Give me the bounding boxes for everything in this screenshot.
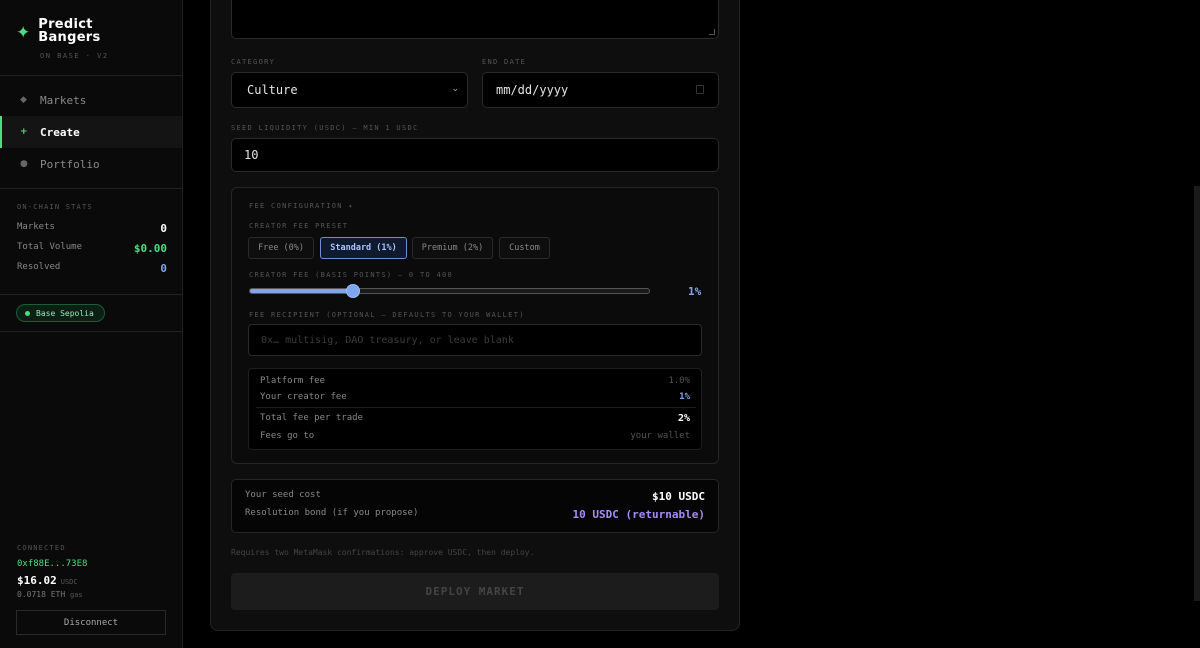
category-label: CATEGORY [231,58,276,66]
summary-label: Fees go to [260,431,315,441]
seed-cost-value: $10 USDC [652,490,705,503]
fee-recipient-label: FEE RECIPIENT (OPTIONAL — DEFAULTS TO YO… [249,311,525,319]
summary-fees-go-to: Fees go to your wallet [260,431,690,441]
chevron-down-icon: ⌄ [451,84,459,94]
bond-row: Resolution bond (if you propose) 10 USDC… [245,508,705,521]
fee-recipient-placeholder: 0x… multisig, DAO treasury, or leave bla… [261,334,514,346]
summary-platform-fee: Platform fee 1.0% [260,376,690,386]
deploy-market-button[interactable]: DEPLOY MARKET [231,573,719,610]
summary-value: 2% [677,413,690,424]
summary-label: Platform fee [260,376,326,386]
divider [0,294,183,295]
fee-recipient-input[interactable]: 0x… multisig, DAO treasury, or leave bla… [248,324,702,356]
slider-thumb[interactable] [345,284,360,298]
stat-label: Total Volume [17,242,83,252]
brand: ✦ Predict Bangers [16,18,128,44]
preset-standard-button[interactable]: Standard (1%) [320,237,407,259]
category-select[interactable]: Culture ⌄ [231,72,468,108]
stat-resolved: Resolved 0 [17,262,167,275]
bond-label: Resolution bond (if you propose) [245,508,419,518]
stat-value: 0 [160,222,167,235]
nav-item-label: Create [40,125,80,139]
balance-value: $16.02 [17,574,57,587]
seed-liquidity-label: SEED LIQUIDITY (USDC) — MIN 1 USDC [231,124,419,132]
nav-item-create[interactable]: + Create [0,116,182,148]
summary-divider [256,407,696,408]
divider [0,188,183,189]
wallet-address[interactable]: 0xf88E...73E8 [17,559,87,569]
summary-creator-fee: Your creator fee 1% [260,392,690,402]
stat-value: $0.00 [133,242,167,255]
sparkle-logo-icon: ✦ [16,23,31,43]
balance-unit: USDC [60,578,78,586]
end-date-placeholder: mm/dd/yyyy [496,83,569,97]
stat-markets: Markets 0 [17,222,167,235]
creator-fee-value: 1% [688,285,702,298]
preset-label: CREATOR FEE PRESET [249,222,349,230]
seed-liquidity-input[interactable]: 10 [231,138,719,172]
preset-free-button[interactable]: Free (0%) [248,237,314,259]
status-dot-icon [25,310,30,316]
seed-cost-row: Your seed cost $10 USDC [245,490,705,503]
nav-item-portfolio[interactable]: ● Portfolio [0,148,182,180]
stat-label: Markets [17,222,55,232]
preset-custom-button[interactable]: Custom [499,237,550,259]
stat-label: Resolved [17,262,61,272]
nav-item-label: Portfolio [40,157,100,171]
wallet-gas: 0.0718 ETH gas [17,590,83,599]
seed-cost-label: Your seed cost [245,490,321,500]
stats-title: ON-CHAIN STATS [17,203,93,211]
summary-value: your wallet [630,431,690,441]
gas-value: 0.0718 ETH [17,590,66,599]
page-scrollbar[interactable] [1194,186,1200,601]
category-value: Culture [247,83,298,97]
app-subtitle: ON BASE · V2 [40,52,109,60]
divider [0,75,183,76]
description-textarea[interactable] [231,0,719,39]
fee-config-title: FEE CONFIGURATION ✦ [249,202,354,210]
slider-fill [250,289,350,293]
summary-label: Your creator fee [260,392,347,402]
plus-icon: + [20,127,28,137]
sidebar: ✦ Predict Bangers ON BASE · V2 ◆ Markets… [0,0,183,648]
summary-total-fee: Total fee per trade 2% [260,413,690,424]
stat-value: 0 [160,262,167,275]
summary-label: Total fee per trade [260,413,363,423]
cost-summary [231,479,719,533]
nav-item-markets[interactable]: ◆ Markets [0,84,182,116]
end-date-label: END DATE [482,58,527,66]
bond-value: 10 USDC (returnable) [572,508,705,521]
diamond-icon: ◆ [20,95,27,105]
nav-item-label: Markets [40,93,87,107]
network-label: Base Sepolia [36,308,94,318]
circle-icon: ● [20,159,28,169]
preset-premium-button[interactable]: Premium (2%) [412,237,493,259]
summary-value: 1% [679,392,690,402]
calendar-icon[interactable] [696,85,704,94]
network-badge: Base Sepolia [16,304,105,322]
divider [0,331,183,332]
disconnect-button[interactable]: Disconnect [16,610,166,635]
end-date-input[interactable]: mm/dd/yyyy [482,72,719,108]
resize-handle-icon[interactable] [709,29,715,35]
connected-label: CONNECTED [17,544,66,552]
gas-unit: gas [70,591,83,599]
metamask-note: Requires two MetaMask confirmations: app… [231,548,535,557]
wallet-balance: $16.02 USDC [17,574,78,587]
app-title: Predict Bangers [38,17,101,45]
stat-total-volume: Total Volume $0.00 [17,242,167,255]
summary-value: 1.0% [668,376,690,386]
creator-fee-label: CREATOR FEE (BASIS POINTS) — 0 TO 400 [249,271,454,279]
seed-liquidity-value: 10 [244,148,259,162]
creator-fee-slider[interactable] [249,288,650,294]
